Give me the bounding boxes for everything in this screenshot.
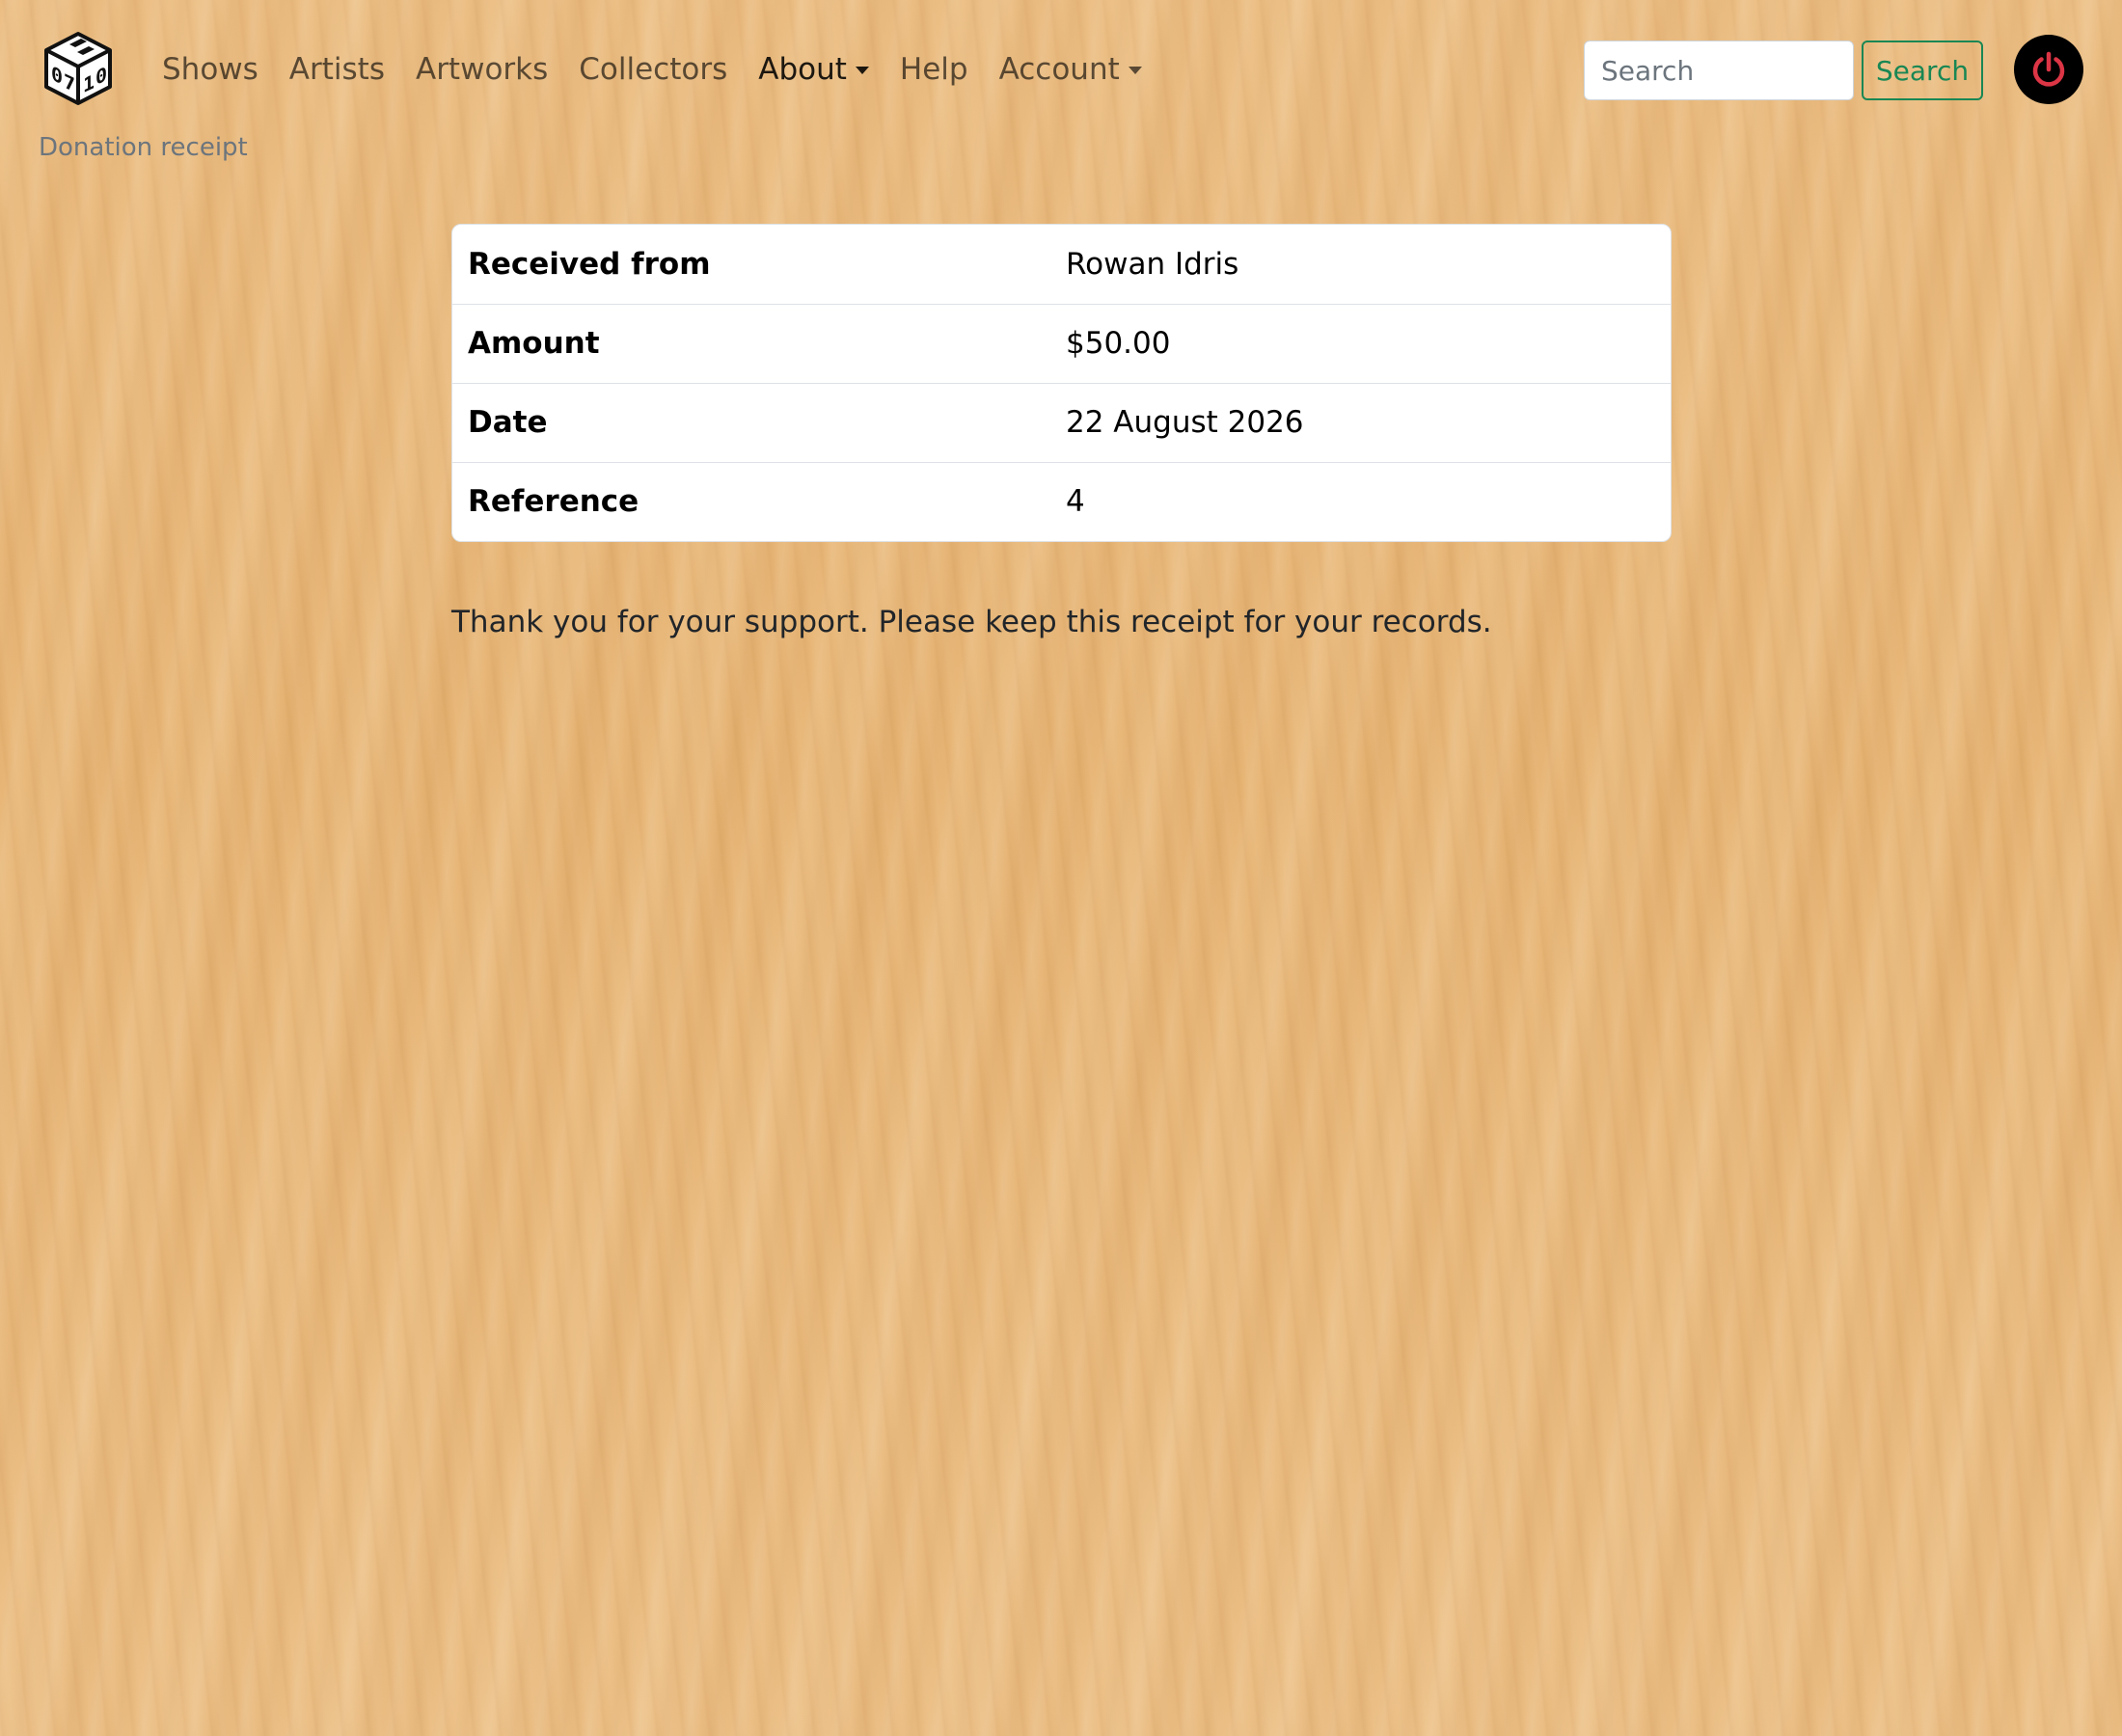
row-value: $50.00 bbox=[1050, 304, 1671, 384]
row-label: Date bbox=[452, 383, 1050, 463]
thank-you-message: Thank you for your support. Please keep … bbox=[451, 605, 1492, 639]
navbar: 0 7 1 0 Shows Artists Artworks Collector… bbox=[0, 0, 2122, 140]
breadcrumb: Donation receipt bbox=[39, 133, 248, 162]
row-label: Amount bbox=[452, 304, 1050, 384]
row-value: Rowan Idris bbox=[1050, 225, 1671, 305]
nav-link-label: Artworks bbox=[415, 52, 549, 87]
receipt-card: Received from Rowan Idris Amount $50.00 … bbox=[451, 224, 1672, 542]
receipt-table: Received from Rowan Idris Amount $50.00 … bbox=[452, 225, 1671, 541]
nav-link-label: Account bbox=[998, 52, 1120, 87]
table-row: Reference 4 bbox=[452, 462, 1671, 541]
row-label: Reference bbox=[468, 484, 639, 520]
nav-link-artists[interactable]: Artists bbox=[274, 48, 400, 91]
nav-link-label: Help bbox=[899, 52, 968, 87]
nav-link-label: Artists bbox=[288, 52, 385, 87]
row-value: 22 August 2026 bbox=[1050, 383, 1671, 463]
table-row: Amount $50.00 bbox=[452, 304, 1671, 384]
nav-dropdown-account[interactable]: Account bbox=[984, 48, 1157, 91]
table-row: Date 22 August 2026 bbox=[452, 383, 1671, 463]
nav-link-label: Shows bbox=[162, 52, 258, 87]
nav-dropdown-about[interactable]: About bbox=[743, 48, 884, 91]
table-row: Received from Rowan Idris bbox=[452, 225, 1671, 305]
nav-links: Shows Artists Artworks Collectors About … bbox=[147, 48, 1157, 91]
nav-link-shows[interactable]: Shows bbox=[147, 48, 274, 91]
nav-link-artworks[interactable]: Artworks bbox=[400, 48, 563, 91]
nav-link-collectors[interactable]: Collectors bbox=[563, 48, 743, 91]
search-input[interactable] bbox=[1584, 41, 1854, 100]
caret-down-icon bbox=[855, 67, 869, 74]
search-button[interactable]: Search bbox=[1862, 41, 1983, 100]
caret-down-icon bbox=[1128, 67, 1142, 74]
row-value: 4 bbox=[1066, 484, 1085, 520]
power-icon bbox=[2032, 51, 2065, 87]
nav-link-label: About bbox=[758, 52, 847, 87]
nav-link-label: Collectors bbox=[579, 52, 728, 87]
row-label: Received from bbox=[452, 225, 1050, 305]
power-button[interactable] bbox=[2014, 35, 2083, 104]
cube-logo-icon[interactable]: 0 7 1 0 bbox=[42, 31, 114, 106]
nav-link-help[interactable]: Help bbox=[884, 48, 984, 91]
